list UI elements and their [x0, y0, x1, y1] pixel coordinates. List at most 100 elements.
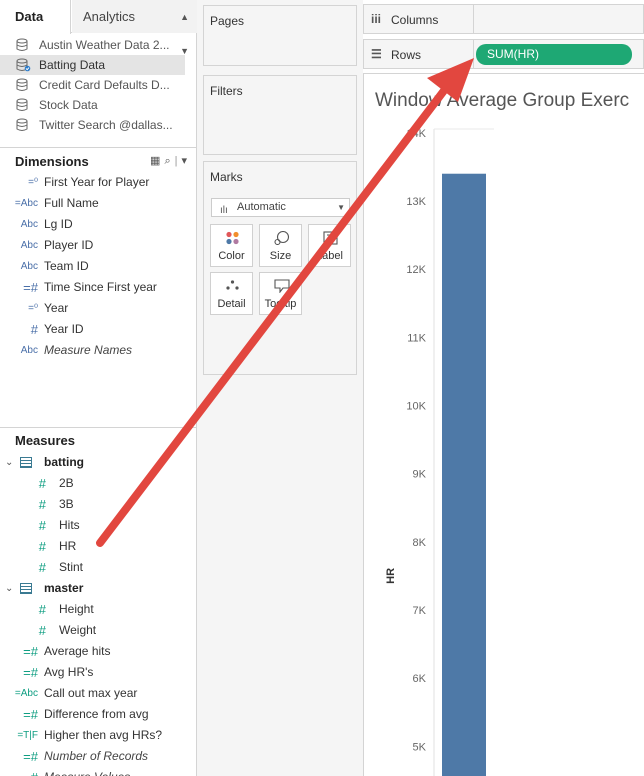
y-tick-label: 13K [406, 196, 426, 208]
bar-mark[interactable] [442, 173, 486, 776]
data-source-item[interactable]: Credit Card Defaults D... [0, 75, 197, 95]
field-label: Stint [59, 560, 84, 574]
sheet-title: Window Average Group Exerc [375, 90, 630, 111]
mark-type-value: Automatic [237, 201, 286, 213]
calendar-icon: =⁰ [28, 303, 38, 314]
rows-label: Rows [391, 48, 422, 62]
field-label: Difference from avg [44, 707, 149, 721]
dimension-full-name[interactable]: =Abc Full Name [0, 193, 197, 214]
dimension-time-since-first-year[interactable]: =# Time Since First year [0, 277, 197, 298]
filters-card[interactable]: Filters [203, 75, 357, 155]
measure-higher-then-avg-hrs[interactable]: =T|F Higher then avg HRs? [0, 725, 197, 746]
chevron-down-icon[interactable]: ⌄ [5, 452, 13, 473]
measure-number-of-records[interactable]: =# Number of Records [0, 746, 197, 767]
detail-label: Detail [217, 298, 246, 310]
number-icon: # [38, 476, 46, 491]
search-icon[interactable]: ⌕ [164, 155, 174, 167]
detail-button[interactable]: Detail [210, 272, 253, 315]
data-source-item[interactable]: Batting Data [0, 55, 185, 75]
calculated-field-icon: =# [23, 644, 38, 659]
field-label: 3B [59, 497, 74, 511]
dimension-first-year-for-player[interactable]: =⁰ First Year for Player [0, 172, 197, 193]
dimension-team-id[interactable]: Abc Team ID [0, 256, 197, 277]
dimensions-tools: ▦⌕|▾ [150, 155, 191, 167]
tooltip-button[interactable]: Tooltip [259, 272, 302, 315]
size-icon [274, 231, 290, 245]
number-icon: # [38, 518, 46, 533]
y-tick-label: 14K [406, 128, 426, 140]
number-icon: # [38, 623, 46, 638]
measure-call-out-max-year[interactable]: =Abc Call out max year [0, 683, 197, 704]
measure-height[interactable]: # Height [0, 599, 197, 620]
color-button[interactable]: Color [210, 224, 253, 267]
measure-group-master[interactable]: ⌄ master [0, 578, 197, 599]
data-source-item[interactable]: Austin Weather Data 2... [0, 35, 197, 55]
detail-icon [226, 280, 239, 290]
measure-measure-values[interactable]: # Measure Values [0, 767, 197, 776]
measure-hr[interactable]: # HR [0, 536, 197, 557]
cards-pane: Pages Filters Marks ılı Automatic ▼ Colo… [197, 0, 363, 776]
calculated-field-icon: =# [23, 749, 38, 764]
field-label: Team ID [44, 259, 89, 273]
y-tick-label: 7K [413, 605, 427, 617]
abc-icon: Abc [20, 219, 38, 230]
field-label: Year [44, 301, 69, 315]
data-source-item[interactable]: Twitter Search @dallas... [0, 115, 197, 135]
measure-hits[interactable]: # Hits [0, 515, 197, 536]
measure-stint[interactable]: # Stint [0, 557, 197, 578]
chevron-down-icon[interactable]: ▾ [181, 155, 191, 167]
field-label: Time Since First year [44, 280, 157, 294]
calculated-field-icon: =Abc [14, 688, 38, 699]
data-source-label: Stock Data [39, 98, 98, 112]
measures-title: Measures [15, 433, 75, 448]
field-label: 2B [59, 476, 74, 490]
data-source-label: Twitter Search @dallas... [39, 118, 173, 132]
calculated-field-icon: =T|F [17, 730, 38, 741]
columns-label: Columns [391, 13, 439, 27]
field-label: Number of Records [44, 749, 149, 763]
dimension-year-id[interactable]: # Year ID [0, 319, 197, 340]
y-tick-label: 12K [406, 264, 426, 276]
y-tick-label: 11K [407, 332, 426, 344]
pages-card[interactable]: Pages [203, 5, 357, 66]
pages-title: Pages [210, 14, 245, 28]
measure-weight[interactable]: # Weight [0, 620, 197, 641]
data-source-label: Batting Data [39, 58, 106, 72]
group-label: master [44, 581, 84, 595]
dimension-player-id[interactable]: Abc Player ID [0, 235, 197, 256]
measure-avg-hr-s[interactable]: =# Avg HR's [0, 662, 197, 683]
dimension-measure-names[interactable]: Abc Measure Names [0, 340, 197, 361]
measure-group-batting[interactable]: ⌄ batting [0, 452, 197, 473]
field-label: Year ID [44, 322, 84, 336]
bar-chart-icon: ılı [220, 205, 228, 216]
dimension-lg-id[interactable]: Abc Lg ID [0, 214, 197, 235]
measure-average-hits[interactable]: =# Average hits [0, 641, 197, 662]
field-label: Average hits [44, 644, 111, 658]
field-label: Player ID [44, 238, 94, 252]
field-label: Full Name [44, 196, 99, 210]
sum-hr-pill[interactable]: SUM(HR) [476, 44, 632, 65]
chevron-down-icon[interactable]: ⌄ [5, 578, 13, 599]
view-toggle-icon[interactable]: ▦ [150, 155, 164, 167]
y-tick-label: 5K [413, 741, 427, 753]
tab-data[interactable]: Data [0, 0, 71, 34]
filters-title: Filters [210, 84, 243, 98]
marks-card: Marks ılı Automatic ▼ Color Size Label D… [203, 161, 357, 375]
measure-2b[interactable]: #2B [0, 473, 197, 494]
tab-analytics[interactable]: Analytics ▲ ▼ [72, 0, 197, 56]
mark-type-select[interactable]: ılı Automatic ▼ [211, 198, 350, 217]
rows-shelf[interactable]: ☰ Rows SUM(HR) [363, 39, 644, 69]
size-button[interactable]: Size [259, 224, 302, 267]
number-icon: # [38, 497, 46, 512]
dimension-year[interactable]: =⁰ Year [0, 298, 197, 319]
measure-difference-from-avg[interactable]: =# Difference from avg [0, 704, 197, 725]
marks-title: Marks [210, 170, 243, 184]
y-tick-label: 6K [413, 673, 427, 685]
chart-sheet: Window Average Group Exerc 14K 13K 12K 11K 1… [363, 73, 644, 776]
data-source-item[interactable]: Stock Data [0, 95, 197, 115]
label-button[interactable]: Label [308, 224, 351, 267]
columns-shelf[interactable]: iii Columns [363, 4, 644, 34]
field-label: Call out max year [44, 686, 138, 700]
measure-3b[interactable]: #3B [0, 494, 197, 515]
number-icon: # [30, 322, 38, 337]
